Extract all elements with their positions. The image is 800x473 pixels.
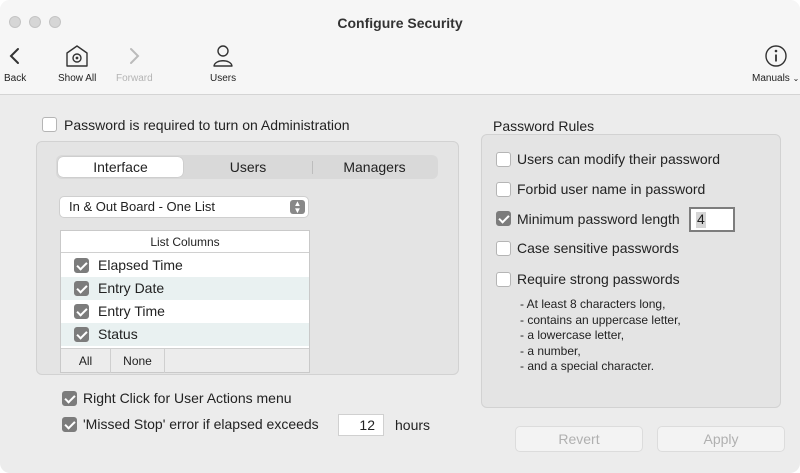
list-columns-table: List Columns Elapsed Time Entry Date Ent…	[60, 230, 310, 373]
requirement-item: - and a special character.	[520, 359, 655, 373]
list-row-label: Entry Time	[98, 303, 165, 319]
min-length-label: Minimum password length	[517, 211, 680, 227]
revert-button[interactable]: Revert	[515, 426, 643, 452]
info-icon	[764, 44, 788, 68]
select-all-button[interactable]: All	[61, 349, 111, 373]
list-type-select[interactable]: In & Out Board - One List ▲ ▼	[59, 196, 309, 218]
strong-password-checkbox[interactable]	[496, 272, 511, 287]
entry-date-checkbox[interactable]	[74, 281, 89, 296]
back-button[interactable]: Back	[4, 44, 26, 84]
requirement-item: - At least 8 characters long,	[520, 297, 666, 311]
forbid-username-label: Forbid user name in password	[517, 181, 706, 197]
elapsed-time-checkbox[interactable]	[74, 258, 89, 273]
manuals-label: Manuals ⌄	[752, 73, 800, 84]
list-row-elapsed-time: Elapsed Time	[61, 254, 309, 277]
list-row-entry-time: Entry Time	[61, 300, 309, 323]
updown-arrows-icon: ▲ ▼	[290, 200, 305, 215]
list-footer: All None	[61, 348, 309, 373]
missed-stop-checkbox[interactable]	[62, 417, 77, 432]
admin-password-checkbox[interactable]	[42, 117, 57, 132]
back-label: Back	[4, 73, 27, 84]
tab-managers[interactable]: Managers	[313, 157, 436, 177]
list-row-label: Entry Date	[98, 280, 165, 296]
min-length-checkbox[interactable]	[496, 211, 511, 226]
show-all-button[interactable]: Show All	[58, 44, 96, 84]
house-gear-icon	[64, 44, 90, 68]
requirement-item: - a lowercase letter,	[520, 328, 625, 342]
manuals-button[interactable]: Manuals ⌄	[752, 44, 799, 84]
modify-password-checkbox[interactable]	[496, 152, 511, 167]
chevron-down-icon: ⌄	[792, 74, 800, 83]
list-columns-header: List Columns	[61, 231, 309, 253]
forward-button[interactable]: Forward	[116, 44, 153, 84]
tab-segmented-control: Interface Users Managers	[56, 155, 438, 179]
requirement-item: - contains an uppercase letter,	[520, 312, 681, 327]
forward-label: Forward	[116, 73, 153, 84]
users-button[interactable]: Users	[210, 44, 236, 84]
title-bar: Configure Security Back Show All Forward…	[0, 0, 800, 95]
window-title: Configure Security	[337, 15, 463, 31]
right-click-checkbox[interactable]	[62, 391, 77, 406]
list-row-label: Elapsed Time	[98, 257, 183, 273]
users-label: Users	[210, 73, 237, 84]
list-type-value: In & Out Board - One List	[69, 199, 215, 214]
list-row-label: Status	[98, 326, 138, 342]
requirement-item: - a number,	[520, 343, 581, 358]
admin-password-label: Password is required to turn on Administ…	[64, 117, 350, 133]
modify-password-label: Users can modify their password	[517, 151, 721, 167]
entry-time-checkbox[interactable]	[74, 304, 89, 319]
person-icon	[212, 44, 234, 68]
configure-security-window: Configure Security Back Show All Forward…	[0, 0, 800, 473]
min-length-input[interactable]: 4	[689, 207, 735, 232]
case-sensitive-checkbox[interactable]	[496, 241, 511, 256]
forbid-username-checkbox[interactable]	[496, 182, 511, 197]
hours-unit-label: hours	[395, 417, 431, 433]
list-row-status: Status	[61, 323, 309, 346]
tab-users[interactable]: Users	[186, 157, 310, 177]
select-none-button[interactable]: None	[111, 349, 165, 373]
right-click-label: Right Click for User Actions menu	[83, 390, 292, 406]
missed-stop-label: 'Missed Stop' error if elapsed exceeds	[83, 416, 319, 432]
strong-password-requirements: - At least 8 characters long, - contains…	[520, 297, 681, 375]
password-rules-title: Password Rules	[493, 118, 595, 134]
min-length-value: 4	[697, 211, 705, 227]
missed-stop-hours-input[interactable]: 12	[338, 414, 384, 436]
apply-button[interactable]: Apply	[657, 426, 785, 452]
strong-password-label: Require strong passwords	[517, 271, 680, 287]
show-all-label: Show All	[58, 73, 97, 84]
tab-interface[interactable]: Interface	[58, 157, 183, 177]
case-sensitive-label: Case sensitive passwords	[517, 240, 679, 256]
chevron-left-icon	[8, 44, 22, 68]
chevron-right-icon	[127, 44, 141, 68]
list-row-entry-date: Entry Date	[61, 277, 309, 300]
status-checkbox[interactable]	[74, 327, 89, 342]
